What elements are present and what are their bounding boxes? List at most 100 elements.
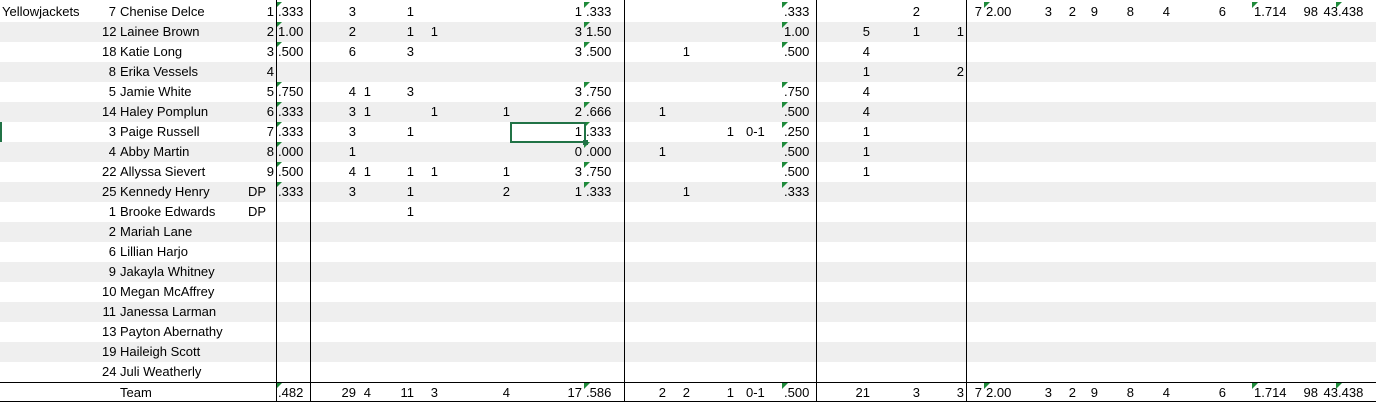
cell-c3[interactable]: 6 <box>320 42 358 62</box>
player-name[interactable]: Lillian Harjo <box>118 242 248 262</box>
player-name[interactable]: Haileigh Scott <box>118 342 248 362</box>
cell-c8[interactable]: 17 <box>560 383 584 403</box>
cell-c5[interactable]: 1 <box>420 102 440 122</box>
player-number[interactable]: 14 <box>100 102 118 122</box>
cell-c15[interactable]: 1 <box>846 162 872 182</box>
player-number[interactable]: 12 <box>100 22 118 42</box>
cell-c15[interactable]: 4 <box>846 102 872 122</box>
cell-c21[interactable]: 2 <box>1054 2 1078 22</box>
cell-c1[interactable]: 2 <box>262 22 276 42</box>
cell-c4[interactable]: 1 <box>392 2 416 22</box>
player-number[interactable]: 7 <box>100 2 118 22</box>
cell-c4[interactable]: 3 <box>392 42 416 62</box>
cell-c8[interactable]: 0 <box>560 142 584 162</box>
cell-c3[interactable]: 3 <box>320 182 358 202</box>
cell-c1[interactable]: 8 <box>262 142 276 162</box>
cell-c13[interactable]: 0-1 <box>744 122 772 142</box>
cell-c9[interactable]: .333 <box>584 122 624 142</box>
cell-c15[interactable]: 4 <box>846 82 872 102</box>
player-number[interactable]: 10 <box>100 282 118 302</box>
player-name[interactable]: Paige Russell <box>118 122 248 142</box>
player-number[interactable]: 1 <box>100 202 118 222</box>
cell-c7[interactable]: 1 <box>492 162 512 182</box>
cell-c7[interactable]: 4 <box>492 383 512 403</box>
cell-c9[interactable]: .586 <box>584 383 624 403</box>
cell-c4[interactable]: 11 <box>392 383 416 403</box>
player-name[interactable]: Lainee Brown <box>118 22 248 42</box>
cell-c9[interactable]: .000 <box>584 142 624 162</box>
cell-c9[interactable]: 1.50 <box>584 22 624 42</box>
cell-c8[interactable]: 1 <box>560 2 584 22</box>
cell-c1[interactable]: 4 <box>262 62 276 82</box>
cell-c9[interactable]: .750 <box>584 162 624 182</box>
cell-c1[interactable]: 1 <box>262 2 276 22</box>
cell-c8[interactable]: 3 <box>560 42 584 62</box>
cell-c11[interactable]: 1 <box>668 42 692 62</box>
cell-c8[interactable]: 1 <box>560 182 584 202</box>
player-position[interactable]: DP <box>246 182 274 202</box>
cell-c25[interactable]: 6 <box>1204 2 1228 22</box>
player-position[interactable]: DP <box>246 202 274 222</box>
cell-c1[interactable]: 5 <box>262 82 276 102</box>
player-number[interactable]: 3 <box>100 122 118 142</box>
cell-c15[interactable]: 4 <box>846 42 872 62</box>
cell-c1[interactable]: 6 <box>262 102 276 122</box>
cell-c16[interactable]: 1 <box>900 22 922 42</box>
cell-c4[interactable]: 3 <box>392 82 416 102</box>
cell-c23[interactable]: 8 <box>1112 383 1136 403</box>
cell-c7[interactable]: 1 <box>492 102 512 122</box>
player-name[interactable]: Janessa Larman <box>118 302 248 322</box>
player-number[interactable]: 24 <box>100 362 118 382</box>
cell-c3[interactable]: 3 <box>320 2 358 22</box>
cell-c4[interactable]: 1 <box>392 202 416 222</box>
cell-c4[interactable]: 1 <box>392 182 416 202</box>
cell-c21[interactable]: 2 <box>1054 383 1078 403</box>
cell-c4[interactable]: 1 <box>392 162 416 182</box>
cell-c24[interactable]: 4 <box>1148 2 1172 22</box>
team-name[interactable]: Yellowjackets <box>0 2 100 22</box>
cell-c29[interactable]: .438 <box>1336 383 1376 403</box>
cell-c3b[interactable]: 1 <box>355 162 373 182</box>
player-number[interactable]: 22 <box>100 162 118 182</box>
cell-c29[interactable]: .438 <box>1336 2 1376 22</box>
cell-c15[interactable]: 21 <box>846 383 872 403</box>
cell-c8[interactable]: 3 <box>560 82 584 102</box>
cell-c3[interactable]: 3 <box>320 122 358 142</box>
player-number[interactable]: 4 <box>100 142 118 162</box>
cell-c26[interactable]: 1.714 <box>1252 383 1294 403</box>
player-name[interactable]: Mariah Lane <box>118 222 248 242</box>
cell-c3[interactable]: 4 <box>320 82 358 102</box>
team-total-label[interactable]: Team <box>118 383 248 403</box>
cell-c8[interactable]: 3 <box>560 22 584 42</box>
player-number[interactable]: 19 <box>100 342 118 362</box>
cell-c9[interactable]: .666 <box>584 102 624 122</box>
player-number[interactable]: 6 <box>100 242 118 262</box>
cell-c3b[interactable]: 1 <box>355 82 373 102</box>
player-name[interactable]: Brooke Edwards <box>118 202 248 222</box>
player-name[interactable]: Juli Weatherly <box>118 362 248 382</box>
cell-c17[interactable]: 1 <box>942 22 966 42</box>
cell-c11[interactable]: 1 <box>668 182 692 202</box>
cell-c20[interactable]: 3 <box>1030 2 1054 22</box>
selected-cell[interactable] <box>510 122 586 143</box>
player-number[interactable]: 5 <box>100 82 118 102</box>
cell-c12[interactable]: 1 <box>716 383 736 403</box>
cell-c5[interactable]: 1 <box>420 162 440 182</box>
fill-handle[interactable] <box>583 140 588 145</box>
cell-c1[interactable]: 9 <box>262 162 276 182</box>
player-number[interactable]: 8 <box>100 62 118 82</box>
cell-c15[interactable]: 1 <box>846 142 872 162</box>
cell-c17[interactable]: 3 <box>942 383 966 403</box>
cell-c16[interactable]: 3 <box>900 383 922 403</box>
cell-c17[interactable]: 2 <box>942 62 966 82</box>
player-name[interactable]: Haley Pomplun <box>118 102 248 122</box>
cell-c4[interactable]: 1 <box>392 122 416 142</box>
cell-c22[interactable]: 9 <box>1076 383 1100 403</box>
player-name[interactable]: Katie Long <box>118 42 248 62</box>
player-number[interactable]: 9 <box>100 262 118 282</box>
cell-c15[interactable]: 5 <box>846 22 872 42</box>
cell-c7[interactable]: 2 <box>492 182 512 202</box>
cell-c22[interactable]: 9 <box>1076 2 1100 22</box>
cell-c9[interactable]: .333 <box>584 182 624 202</box>
spreadsheet-grid[interactable]: Yellowjackets 7 Chenise Delce 1.333 3 1 1.333.… <box>0 0 1376 404</box>
